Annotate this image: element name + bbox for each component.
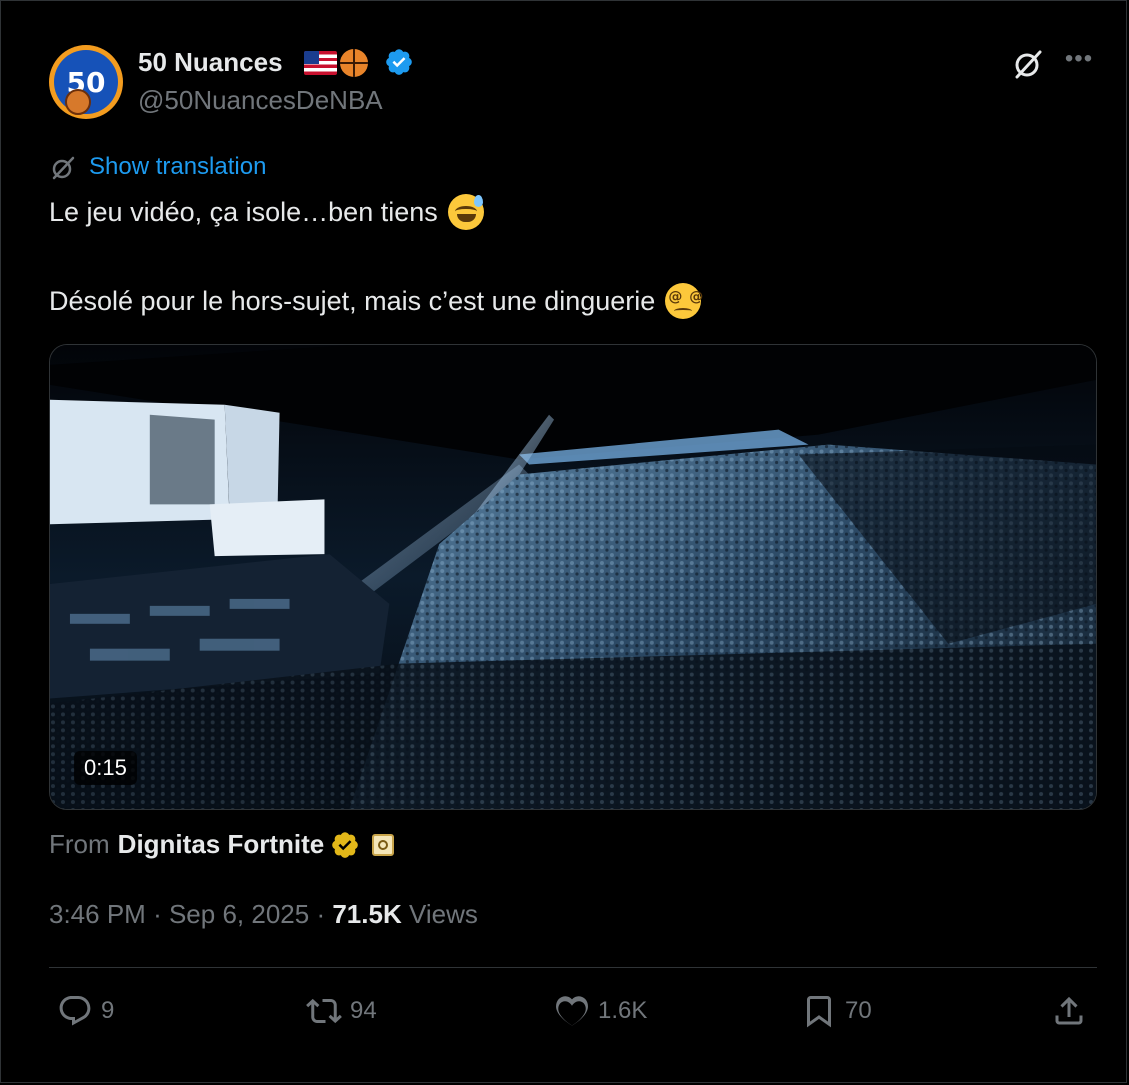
video-thumbnail [50,345,1096,809]
basketball-icon [65,89,91,115]
reply-icon [59,996,91,1026]
source-account-name[interactable]: Dignitas Fortnite [118,829,325,860]
meta-separator: · [153,899,162,929]
gold-verified-badge-icon[interactable] [330,830,360,860]
tweet-text-line-1: Le jeu vidéo, ça isole…ben tiens [49,194,484,230]
share-button[interactable] [1051,993,1095,1029]
bookmark-button[interactable]: 70 [801,993,872,1029]
repost-icon [306,998,342,1024]
tweet-text: Désolé pour le hors-sujet, mais c’est un… [49,285,656,316]
display-name[interactable]: 50 Nuances [138,47,283,78]
share-icon [1055,996,1083,1025]
divider [49,967,1097,968]
video-duration: 0:15 [74,751,137,785]
video-source: From Dignitas Fortnite [49,829,395,860]
bookmark-count: 70 [845,997,872,1024]
repost-button[interactable]: 94 [306,993,377,1029]
name-emojis [304,49,368,77]
grok-icon[interactable] [1011,47,1045,81]
avatar[interactable]: 50 [49,45,123,119]
affiliate-badge-icon[interactable] [372,833,395,856]
tweet-text: Le jeu vidéo, ça isole…ben tiens [49,196,438,227]
tweet-date[interactable]: Sep 6, 2025 [169,899,309,929]
tweet-text-line-2: Désolé pour le hors-sujet, mais c’est un… [49,283,704,319]
translate-icon [52,156,75,180]
bookmark-icon [807,996,831,1028]
video-player[interactable]: 0:15 [49,344,1097,810]
more-options-icon[interactable]: ••• [1061,47,1097,77]
repost-count: 94 [350,997,377,1024]
user-handle[interactable]: @50NuancesDeNBA [138,85,383,116]
us-flag-icon [304,51,337,75]
tweet-meta: 3:46 PM · Sep 6, 2025 · 71.5K Views [49,899,478,930]
meta-separator: · [316,899,326,929]
tweet-card: 50 50 Nuances @50NuancesDeNBA ••• Show t… [0,0,1127,1083]
from-label: From [49,829,110,859]
like-count: 1.6K [598,997,648,1024]
heart-icon [556,996,588,1026]
show-translation-link[interactable]: Show translation [89,153,266,181]
basketball-emoji-icon [340,49,368,77]
reply-count: 9 [101,997,115,1024]
views-count: 71.5K [332,899,402,929]
spiral-eyes-emoji-icon [665,283,704,319]
verified-badge-icon[interactable] [384,47,414,77]
grinning-sweat-emoji-icon [447,194,484,230]
tweet-time[interactable]: 3:46 PM [49,899,146,929]
views-label: Views [408,899,478,929]
like-button[interactable]: 1.6K [554,993,647,1029]
reply-button[interactable]: 9 [57,993,114,1029]
